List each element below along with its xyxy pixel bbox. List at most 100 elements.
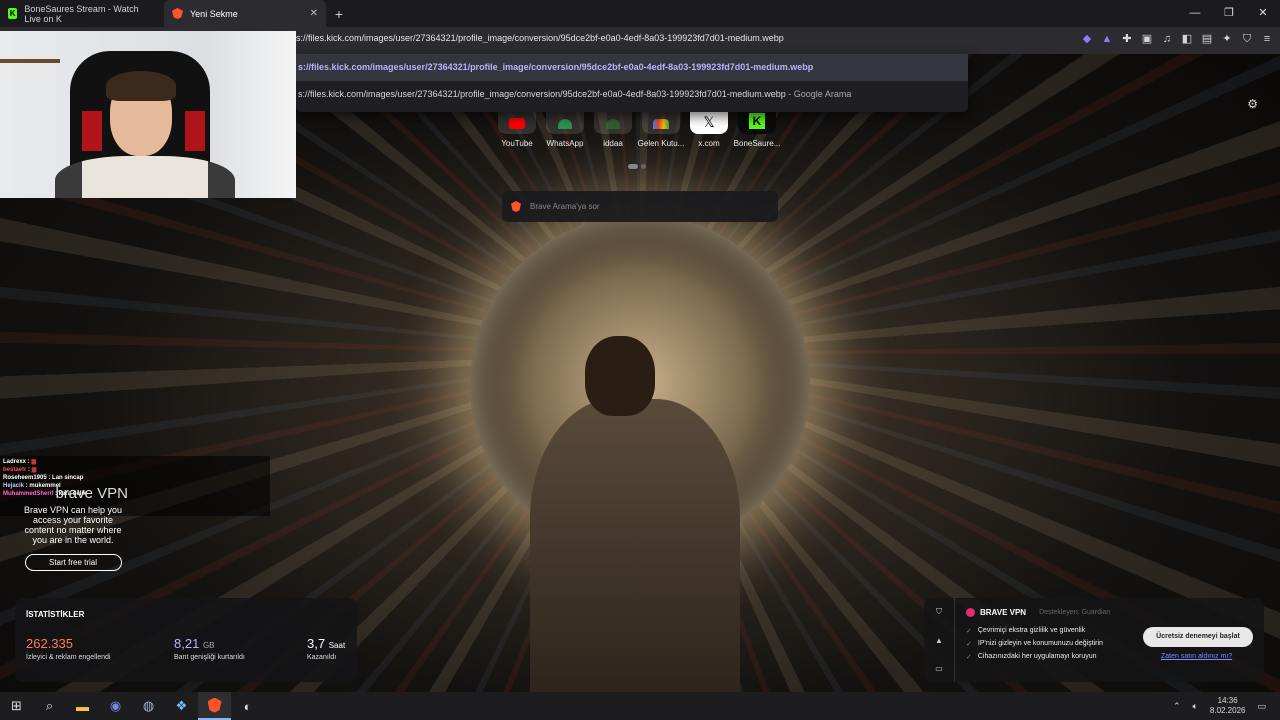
start-windows-icon[interactable]: ⊞ xyxy=(0,692,33,720)
tab-yeni-sekme[interactable]: Yeni Sekme ✕ xyxy=(164,0,326,27)
leo-ai-icon[interactable]: ◆ xyxy=(1080,32,1094,46)
windows-taskbar: ⊞ ⌕ ▬ ◉ ◍ ❖ ◐ ⌃ 🔈︎ 14:36 8.02.2026 ▭ xyxy=(0,692,1280,720)
shortcut-gmail[interactable]: Gelen Kutu... xyxy=(638,106,684,148)
wallet-icon[interactable]: ▤ xyxy=(1200,32,1214,46)
widget-switcher: ⛉ ▲ ▭ xyxy=(924,598,955,682)
shortcut-youtube[interactable]: YouTube xyxy=(498,106,536,148)
x-icon: 𝕏 xyxy=(703,114,715,130)
vpn-feature: ✓ Cihazınızdaki her uygulamayı koruyun xyxy=(966,653,1097,661)
iddaa-icon xyxy=(606,119,620,129)
suggestion-text: s://files.kick.com/images/user/27364321/… xyxy=(298,89,786,99)
system-tray: ⌃ 🔈︎ 14:36 8.02.2026 ▭ xyxy=(1173,692,1280,720)
stat-value: 262.335 xyxy=(26,636,73,651)
suggestion-text: s://files.kick.com/images/user/27364321/… xyxy=(298,62,814,72)
settings-gear-icon[interactable]: ⚙ xyxy=(1247,97,1258,111)
brave-lion-icon xyxy=(511,201,521,212)
clock-date: 8.02.2026 xyxy=(1209,706,1246,715)
leo-icon[interactable]: ✦ xyxy=(1220,32,1234,46)
kick-icon: K xyxy=(8,8,18,19)
search-icon[interactable]: ⌕ xyxy=(33,692,66,720)
clock[interactable]: 14:36 8.02.2026 xyxy=(1210,696,1246,716)
tab-bar: K BoneSaures Stream - Watch Live on K Ye… xyxy=(0,0,1280,27)
brave-search-box[interactable]: Brave Arama'ya sor xyxy=(502,191,778,222)
clock-time: 14:36 xyxy=(1217,696,1238,705)
webcam-overlay xyxy=(0,31,296,198)
shortcut-iddaa[interactable]: iddaa xyxy=(594,106,632,148)
stat-unit: Saat xyxy=(328,641,346,650)
discord-icon[interactable]: ◉ xyxy=(99,692,132,720)
vpn-shield-icon[interactable]: ⛉ xyxy=(936,607,942,617)
top-sites: YouTube WhatsApp iddaa Gelen Kutu... 𝕏 x… xyxy=(498,106,780,148)
volume-icon[interactable]: 🔈︎ xyxy=(1192,701,1197,712)
suggestion-url[interactable]: s://files.kick.com/images/user/27364321/… xyxy=(296,54,968,81)
chat-message: Roseheem1905 : Lan sincap xyxy=(3,475,84,481)
already-purchased-link[interactable]: Zaten satın aldınız mı? xyxy=(1161,653,1232,660)
tray-chevron-icon[interactable]: ⌃ xyxy=(1173,701,1181,712)
suggestion-google-search[interactable]: s://files.kick.com/images/user/27364321/… xyxy=(296,81,968,108)
start-free-trial-button[interactable]: Start free trial xyxy=(24,554,122,571)
extensions-icon[interactable]: ✚ xyxy=(1120,32,1134,46)
gmail-icon xyxy=(653,119,669,129)
app-icon[interactable]: ❖ xyxy=(165,692,198,720)
stat-ads-blocked: 262.335 İzleyici & reklam engellendi xyxy=(26,636,110,661)
kick-icon: K xyxy=(749,113,765,129)
start-free-trial-vpn-button[interactable]: Ücretsiz denemeyi başlat xyxy=(1143,627,1253,647)
sidebar-icon[interactable]: ◧ xyxy=(1180,32,1194,46)
suggestion-suffix: - Google Arama xyxy=(785,89,852,99)
check-icon: ✓ xyxy=(966,641,972,648)
brave-browser-icon[interactable] xyxy=(198,692,231,720)
check-icon: ✓ xyxy=(966,654,972,661)
wall-shelf xyxy=(0,59,60,63)
new-tab-button[interactable]: + xyxy=(326,6,352,22)
talk-camera-icon[interactable]: ▭ xyxy=(935,664,943,673)
youtube-icon xyxy=(509,118,525,129)
shortcut-x[interactable]: 𝕏 x.com xyxy=(690,106,728,148)
shortcut-label: BoneSaure... xyxy=(733,139,781,148)
chat-message: bestaetr : ▆ xyxy=(3,467,37,473)
brave-vpn-logo-icon xyxy=(966,608,975,617)
shortcut-label: iddaa xyxy=(603,139,623,148)
menu-icon[interactable]: ≡ xyxy=(1260,32,1274,46)
restore-icon[interactable]: ❐ xyxy=(1212,0,1246,27)
notification-icon[interactable]: ▭ xyxy=(1257,701,1266,712)
shortcut-page-dots[interactable] xyxy=(628,164,646,169)
chat-message: Ladrexx : ▆ xyxy=(3,459,36,465)
vpn-title: BRAVE VPN xyxy=(980,608,1027,617)
screenshot-icon[interactable]: ▣ xyxy=(1140,32,1154,46)
background-person-body xyxy=(530,399,740,692)
omnibox-suggestions: s://files.kick.com/images/user/27364321/… xyxy=(296,54,968,112)
stat-time-saved: 3,7 Saat Kazanıldı xyxy=(307,636,345,661)
rewards-icon[interactable]: ▲ xyxy=(1100,32,1114,46)
stat-label: İzleyici & reklam engellendi xyxy=(26,654,111,661)
shortcut-label: YouTube xyxy=(501,139,533,148)
search-placeholder: Brave Arama'ya sor xyxy=(530,202,600,211)
close-tab-icon[interactable]: ✕ xyxy=(310,8,318,19)
stat-label: Bant genişliği kurtarıldı xyxy=(174,654,245,661)
tab-bonesaures-stream[interactable]: K BoneSaures Stream - Watch Live on K xyxy=(0,0,164,27)
stats-widget: İSTATİSTİKLER 262.335 İzleyici & reklam … xyxy=(15,598,357,682)
file-explorer-icon[interactable]: ▬ xyxy=(66,692,99,720)
streamer-hair xyxy=(106,71,176,101)
stat-bandwidth: 8,21 GB Bant genişliği kurtarıldı xyxy=(174,636,245,661)
shortcut-bonesaures[interactable]: K BoneSaure... xyxy=(734,106,780,148)
streamer-shirt xyxy=(55,156,235,198)
minimize-icon[interactable]: — xyxy=(1178,0,1212,27)
shortcut-whatsapp[interactable]: WhatsApp xyxy=(546,106,584,148)
rewards-triangle-icon[interactable]: ▲ xyxy=(935,636,943,645)
vpn-feature: ✓ IP'nizi gizleyin ve konumunuzu değiştir… xyxy=(966,640,1103,648)
whatsapp-icon xyxy=(558,119,572,129)
steam-icon[interactable]: ◍ xyxy=(132,692,165,720)
stat-unit: GB xyxy=(202,641,215,650)
background-person-head xyxy=(585,336,655,416)
obs-icon[interactable]: ◐ xyxy=(231,692,264,720)
window-controls: — ❐ ✕ xyxy=(1178,0,1280,27)
tab-label: BoneSaures Stream - Watch Live on K xyxy=(24,3,139,24)
media-icon[interactable]: ♫ xyxy=(1160,32,1174,46)
brave-vpn-widget: ⛉ ▲ ▭ BRAVE VPN Destekleyen: Guardian ✓ Ç… xyxy=(924,598,1264,682)
address-bar[interactable]: s://files.kick.com/images/user/27364321/… xyxy=(296,33,968,43)
vpn-shield-icon[interactable]: ⛉ xyxy=(1240,32,1254,46)
shortcut-label: x.com xyxy=(698,139,720,148)
close-window-icon[interactable]: ✕ xyxy=(1246,0,1280,27)
brave-lion-icon xyxy=(172,8,183,19)
vpn-promo-description: Brave VPN can help you access your favor… xyxy=(23,505,123,545)
